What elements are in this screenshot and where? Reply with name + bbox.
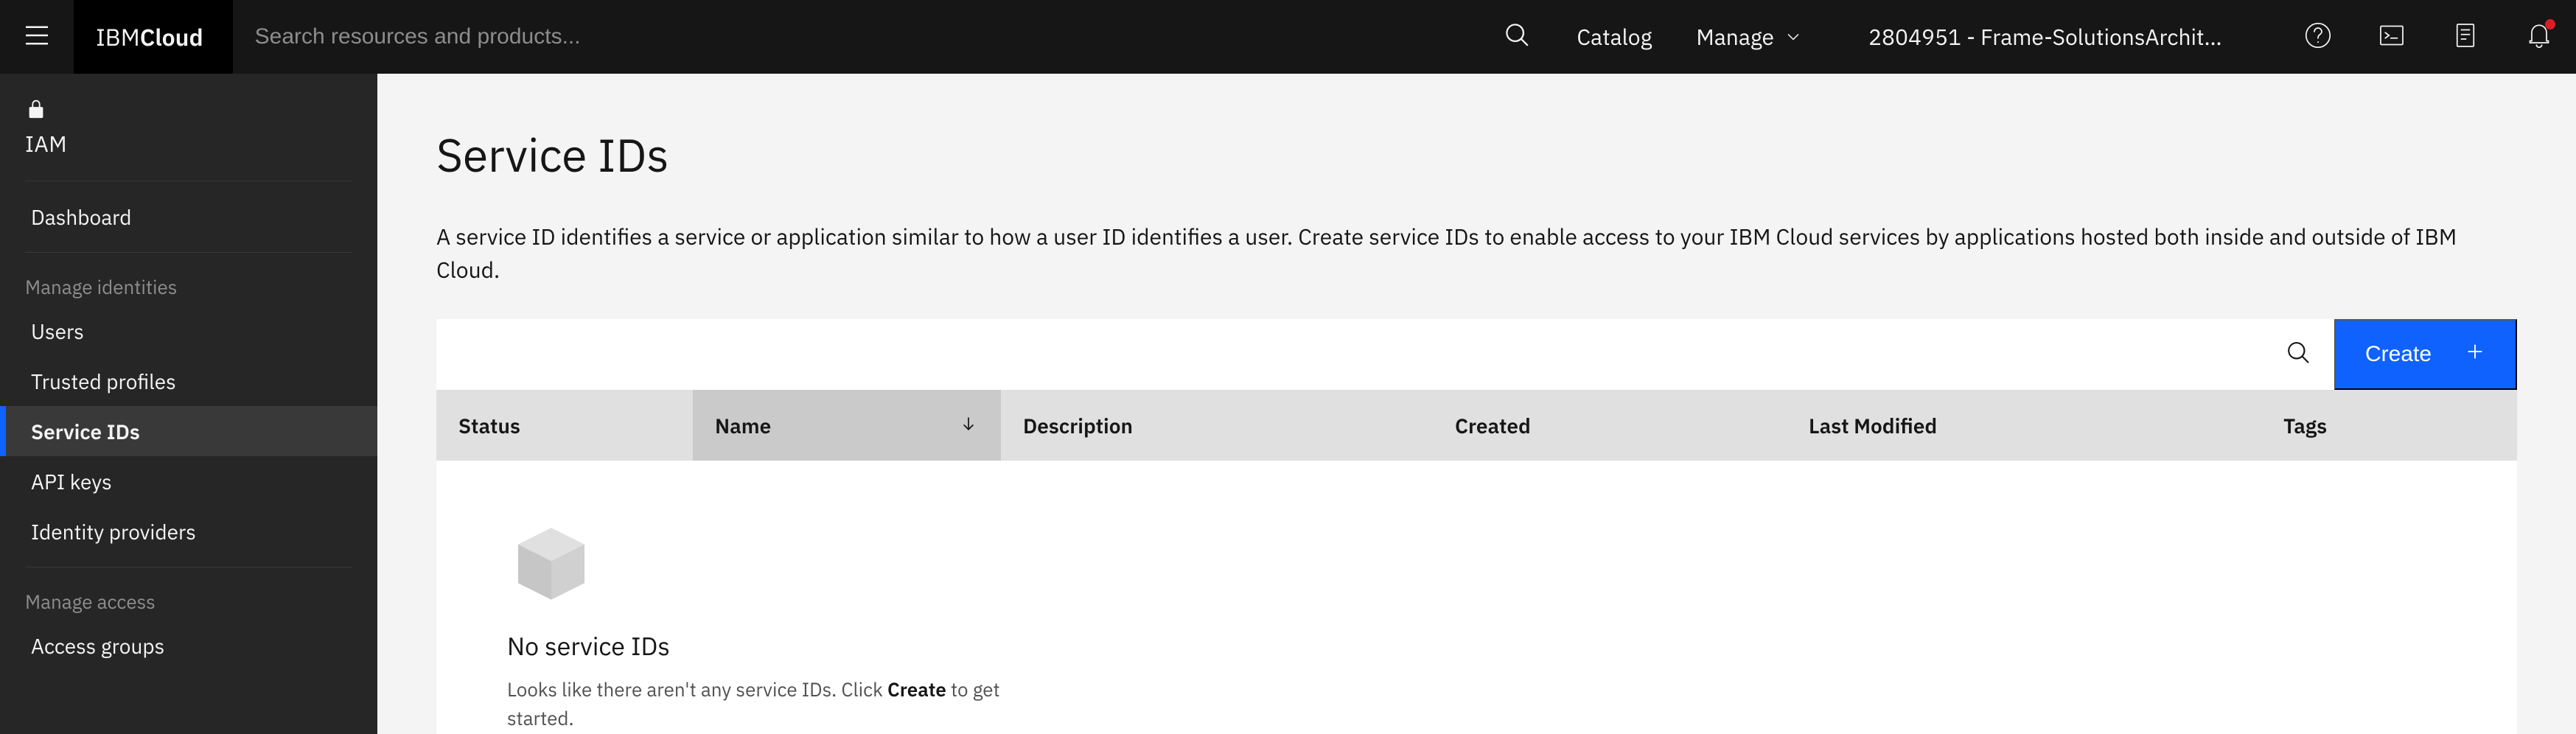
global-header: IBM Cloud Catalog Manage 2804951 - Frame… [0,0,2576,74]
page-title: Service IDs [436,125,2517,185]
table-body: No service IDs Looks like there aren't a… [436,461,2517,734]
search-input[interactable] [233,0,1481,74]
sidebar-item-label: Service IDs [31,418,140,445]
sidebar-item-label: Dashboard [31,203,132,231]
sidebar-item-label: Users [31,318,84,345]
notification-dot-icon [2545,19,2555,29]
empty-text-bold: Create [887,677,946,702]
empty-state: No service IDs Looks like there aren't a… [507,520,1038,733]
toolbar-spacer [436,319,2263,390]
document-icon [2451,21,2480,53]
sidebar-item-users[interactable]: Users [0,306,377,356]
sidebar-item-label: Identity providers [31,518,196,545]
table-search-button[interactable] [2263,319,2334,390]
help-button[interactable] [2281,0,2355,74]
column-created[interactable]: Created [1433,390,1787,461]
column-name[interactable]: Name [693,390,1001,461]
brand-suffix: Cloud [140,21,203,52]
notifications-button[interactable] [2502,0,2576,74]
sidebar-item-label: API keys [31,468,112,495]
create-button[interactable]: Create [2334,319,2517,390]
manage-menu[interactable]: Manage [1674,0,1824,74]
column-label: Description [1023,412,1133,439]
empty-state-title: No service IDs [507,630,1038,663]
sort-descending-icon [958,415,979,436]
column-description[interactable]: Description [1001,390,1433,461]
brand-logo[interactable]: IBM Cloud [74,0,233,74]
sidebar-item-dashboard[interactable]: Dashboard [0,192,377,242]
column-label: Last Modified [1809,412,1937,439]
table-header: Status Name Description Created Last Mod… [436,390,2517,461]
box-icon [507,520,1038,608]
sidebar-item-access-groups[interactable]: Access groups [0,621,377,671]
sidebar-item-label: Access groups [31,632,164,660]
sidebar-item-label: Trusted profiles [31,368,176,395]
search-button[interactable] [1481,0,1554,74]
lock-icon [25,96,47,124]
terminal-icon [2377,21,2406,53]
sidebar-item-service-ids[interactable]: Service IDs [0,406,377,456]
account-switcher[interactable]: 2804951 - Frame-SolutionsArchite... [1824,0,2281,74]
sidebar: IAM Dashboard Manage identities Users Tr… [0,74,377,734]
separator [25,252,352,253]
sidebar-item-identity-providers[interactable]: Identity providers [0,506,377,556]
plus-icon [2464,340,2486,368]
search-icon [1504,22,1531,52]
column-tags[interactable]: Tags [2261,390,2517,461]
sidebar-group-access: Manage access [0,578,377,621]
column-label: Status [458,412,520,439]
menu-toggle-button[interactable] [0,0,74,74]
manage-label: Manage [1696,23,1774,52]
column-last-modified[interactable]: Last Modified [1787,390,2261,461]
help-icon [2303,21,2333,53]
catalog-link[interactable]: Catalog [1554,0,1674,74]
column-label: Name [715,412,771,439]
empty-text-before: Looks like there aren't any service IDs.… [507,677,887,702]
search-container [233,0,1555,74]
sidebar-item-trusted-profiles[interactable]: Trusted profiles [0,356,377,406]
column-label: Created [1455,412,1531,439]
chevron-down-icon [1784,28,1802,46]
brand-prefix: IBM [96,21,140,52]
sidebar-group-identities: Manage identities [0,263,377,306]
hamburger-icon [22,21,52,53]
main-content: Service IDs A service ID identifies a se… [377,74,2576,734]
sidebar-item-api-keys[interactable]: API keys [0,456,377,506]
column-status[interactable]: Status [436,390,693,461]
sidebar-service-title: IAM [0,87,377,170]
create-button-label: Create [2365,342,2432,367]
cost-estimator-button[interactable] [2429,0,2502,74]
page-description: A service ID identifies a service or app… [436,220,2517,287]
table-toolbar: Create [436,319,2517,390]
sidebar-service-label: IAM [25,130,67,158]
catalog-label: Catalog [1577,23,1652,52]
column-label: Tags [2283,412,2327,439]
account-label: 2804951 - Frame-SolutionsArchite... [1868,23,2230,52]
empty-state-text: Looks like there aren't any service IDs.… [507,676,1038,733]
search-icon [2286,340,2311,368]
shell-button[interactable] [2355,0,2429,74]
